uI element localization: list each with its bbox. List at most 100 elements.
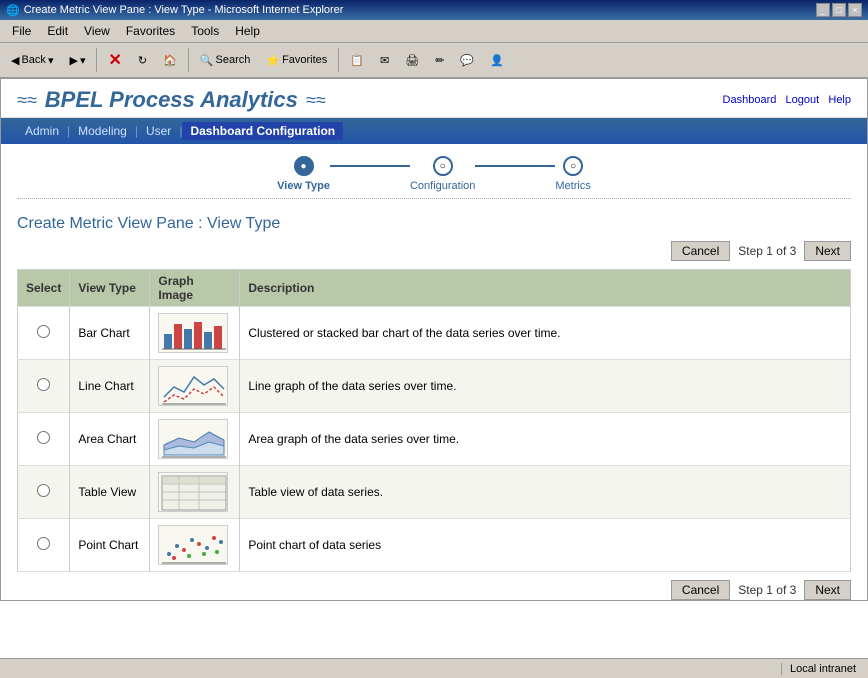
nav-admin[interactable]: Admin (17, 122, 67, 140)
row-desc-table: Table view of data series. (240, 466, 851, 519)
cancel-button-top[interactable]: Cancel (671, 241, 730, 261)
next-button-bottom[interactable]: Next (804, 580, 851, 600)
stop-button[interactable]: ✕ (101, 46, 128, 74)
row-select-line[interactable] (18, 360, 70, 413)
row-image-bar (150, 307, 240, 360)
row-image-area (150, 413, 240, 466)
row-type-area: Area Chart (70, 413, 150, 466)
app-header: ≈≈ BPEL Process Analytics ≈≈ Dashboard L… (1, 79, 867, 118)
toolbar-sep-2 (188, 48, 189, 72)
home-button[interactable]: 🏠 (156, 50, 184, 71)
nav-dashboard-config[interactable]: Dashboard Configuration (182, 122, 343, 140)
step-3-label: Metrics (555, 180, 590, 192)
row-select-bar[interactable] (18, 307, 70, 360)
col-header-description: Description (240, 270, 851, 307)
browser-toolbar: ◀ Back ▾ ▶ ▾ ✕ ↻ 🏠 🔍 Search ⭐ Favorites … (0, 43, 868, 78)
history-button[interactable]: 📋 (343, 50, 371, 71)
search-button[interactable]: 🔍 Search (193, 50, 258, 71)
step-info-bar-top: Cancel Step 1 of 3 Next (1, 237, 867, 265)
logo-text: BPEL Process Analytics (45, 87, 298, 113)
browser-icon: 🌐 (6, 4, 20, 17)
history-icon: 📋 (350, 54, 364, 67)
nav-modeling[interactable]: Modeling (70, 122, 135, 140)
col-header-select: Select (18, 270, 70, 307)
step-metrics: ○ Metrics (555, 156, 590, 192)
row-type-point: Point Chart (70, 519, 150, 572)
wizard-steps: ● View Type ○ Configuration ○ Metrics (1, 144, 867, 196)
col-header-type: View Type (70, 270, 150, 307)
row-image-line (150, 360, 240, 413)
row-desc-point: Point chart of data series (240, 519, 851, 572)
menu-edit[interactable]: Edit (39, 22, 76, 40)
row-select-table[interactable] (18, 466, 70, 519)
menu-favorites[interactable]: Favorites (118, 22, 183, 40)
title-bar-controls[interactable]: _ □ × (816, 3, 862, 17)
menu-tools[interactable]: Tools (183, 22, 227, 40)
back-button[interactable]: ◀ Back ▾ (4, 50, 60, 71)
content-area: ≈≈ BPEL Process Analytics ≈≈ Dashboard L… (0, 78, 868, 601)
divider (17, 198, 851, 199)
messenger-button[interactable]: 👤 (483, 50, 511, 71)
row-type-line: Line Chart (70, 360, 150, 413)
title-bar: 🌐 Create Metric View Pane : View Type - … (0, 0, 868, 20)
menu-view[interactable]: View (76, 22, 118, 40)
header-help-link[interactable]: Help (828, 94, 851, 106)
title-bar-left: 🌐 Create Metric View Pane : View Type - … (6, 4, 343, 17)
maximize-button[interactable]: □ (832, 3, 846, 17)
close-button[interactable]: × (848, 3, 862, 17)
app-logo: ≈≈ BPEL Process Analytics ≈≈ (17, 87, 326, 113)
discuss-button[interactable]: 💬 (453, 50, 481, 71)
mail-icon: ✉ (380, 54, 389, 67)
favorites-button[interactable]: ⭐ Favorites (259, 50, 334, 71)
cancel-button-bottom[interactable]: Cancel (671, 580, 730, 600)
step-view-type: ● View Type (277, 156, 330, 192)
back-dropdown-icon: ▾ (48, 54, 54, 67)
table-row: Point Chart (18, 519, 851, 572)
logo-swoosh-left: ≈≈ (17, 90, 37, 111)
table-row: Area Chart Area graph of the data series… (18, 413, 851, 466)
home-icon: 🏠 (163, 54, 177, 67)
row-type-bar: Bar Chart (70, 307, 150, 360)
refresh-icon: ↻ (138, 54, 147, 67)
status-right: Local intranet (781, 663, 864, 675)
mail-button[interactable]: ✉ (373, 50, 396, 71)
line-chart-thumbnail (158, 366, 228, 406)
minimize-button[interactable]: _ (816, 3, 830, 17)
menu-bar: File Edit View Favorites Tools Help (0, 20, 868, 43)
table-row: Line Chart Line graph of the data series… (18, 360, 851, 413)
header-dashboard-link[interactable]: Dashboard (723, 94, 777, 106)
forward-button[interactable]: ▶ ▾ (62, 50, 92, 71)
nav-user[interactable]: User (138, 122, 179, 140)
step-1-label: View Type (277, 180, 330, 192)
back-icon: ◀ (11, 54, 19, 67)
radio-table-view[interactable] (37, 484, 50, 497)
toolbar-sep-3 (338, 48, 339, 72)
status-bar: Local intranet (0, 658, 868, 678)
edit-icon: ✏ (435, 54, 444, 67)
refresh-button[interactable]: ↻ (131, 50, 154, 71)
radio-line-chart[interactable] (37, 378, 50, 391)
row-select-point[interactable] (18, 519, 70, 572)
edit-page-button[interactable]: ✏ (428, 50, 451, 71)
step-info-bar-bottom: Cancel Step 1 of 3 Next (1, 576, 867, 601)
radio-area-chart[interactable] (37, 431, 50, 444)
header-logout-link[interactable]: Logout (786, 94, 820, 106)
step-2-label: Configuration (410, 180, 475, 192)
step-3-circle: ○ (563, 156, 583, 176)
print-button[interactable]: 🖨 (398, 50, 426, 71)
menu-help[interactable]: Help (227, 22, 268, 40)
menu-file[interactable]: File (4, 22, 39, 40)
next-button-top[interactable]: Next (804, 241, 851, 261)
search-icon: 🔍 (200, 54, 214, 67)
col-header-image: Graph Image (150, 270, 240, 307)
bar-chart-thumbnail (158, 313, 228, 353)
row-select-area[interactable] (18, 413, 70, 466)
area-chart-thumbnail (158, 419, 228, 459)
row-desc-bar: Clustered or stacked bar chart of the da… (240, 307, 851, 360)
radio-bar-chart[interactable] (37, 325, 50, 338)
row-desc-line: Line graph of the data series over time. (240, 360, 851, 413)
print-icon: 🖨 (405, 54, 419, 67)
forward-icon: ▶ (69, 54, 77, 67)
step-text-bottom: Step 1 of 3 (738, 583, 796, 597)
radio-point-chart[interactable] (37, 537, 50, 550)
